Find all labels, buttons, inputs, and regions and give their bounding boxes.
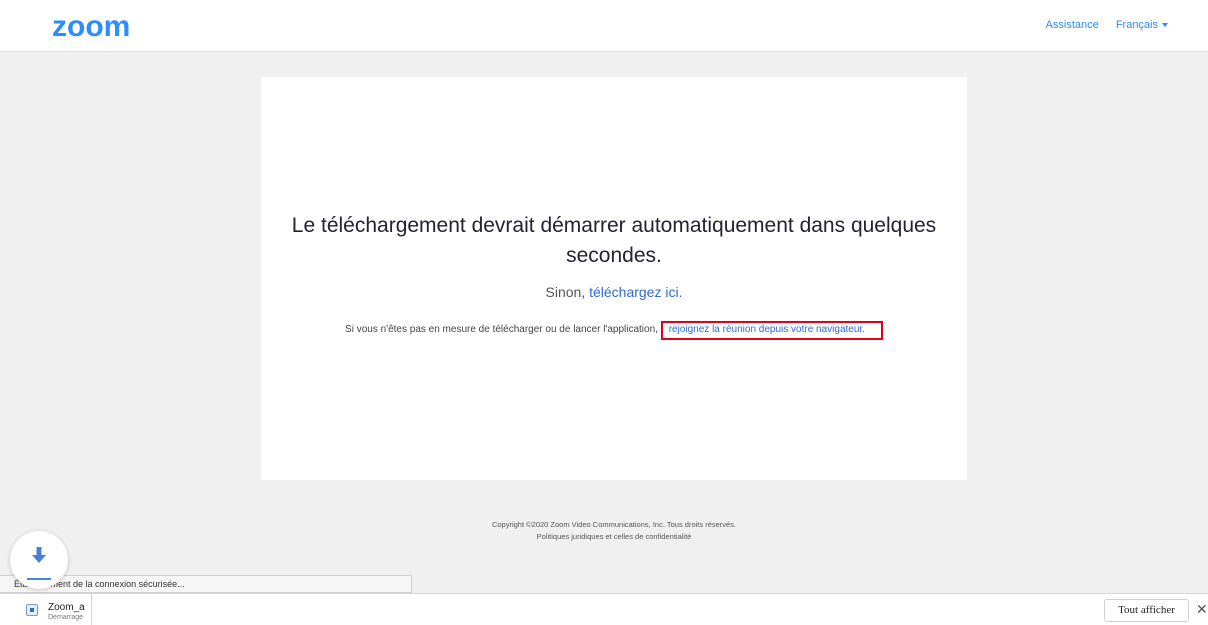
download-here-link[interactable]: téléchargez ici. — [589, 284, 682, 300]
logo-text: zoom — [52, 12, 130, 38]
top-header: zoom Assistance Français — [0, 0, 1208, 52]
language-selector[interactable]: Français — [1116, 19, 1168, 31]
copyright-text: Copyright ©2020 Zoom Video Communication… — [491, 520, 737, 529]
fallback-prefix: Sinon, — [545, 284, 590, 300]
browser-join-line: Si vous n'êtes pas en mesure de téléchar… — [261, 321, 967, 340]
download-file-name: Zoom_a — [48, 602, 85, 613]
assistance-link[interactable]: Assistance — [1046, 19, 1099, 31]
join-from-browser-link[interactable]: rejoignez la réunion depuis votre naviga… — [669, 324, 865, 335]
download-file-status: Démarrage — [48, 614, 84, 621]
zoom-logo[interactable]: zoom — [52, 12, 152, 38]
download-item[interactable]: Zoom_a Démarrage — [0, 594, 92, 625]
show-all-button[interactable]: Tout afficher — [1104, 599, 1189, 622]
download-icon — [32, 547, 46, 563]
browser-join-highlight: rejoignez la réunion depuis votre naviga… — [660, 321, 883, 340]
language-label: Français — [1115, 19, 1158, 31]
fallback-download-line: Sinon, téléchargez ici. — [261, 284, 967, 300]
file-icon — [26, 604, 38, 616]
header-links: Assistance Français — [1046, 19, 1168, 31]
main-card: Le téléchargement devrait démarrer autom… — [261, 77, 967, 480]
caret-down-icon — [1162, 23, 1168, 28]
download-progress-indicator — [27, 578, 51, 580]
legal-policies-link[interactable]: Politiques juridiques et celles de confi… — [0, 531, 1208, 543]
download-shelf: Zoom_a Démarrage Tout afficher ✕ — [0, 593, 1208, 625]
download-button[interactable] — [10, 531, 68, 589]
download-headline: Le téléchargement devrait démarrer autom… — [291, 214, 937, 267]
close-icon[interactable]: ✕ — [1196, 602, 1208, 616]
browser-join-prefix: Si vous n'êtes pas en mesure de téléchar… — [345, 324, 658, 335]
page-footer: Copyright ©2020 Zoom Video Communication… — [0, 519, 1208, 543]
